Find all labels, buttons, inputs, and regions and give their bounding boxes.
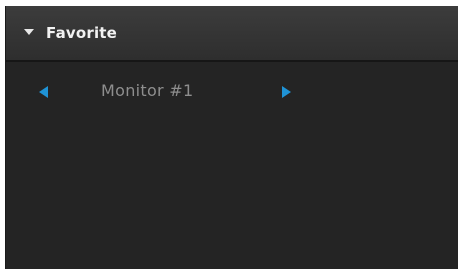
monitor-selector: Monitor #1: [6, 78, 458, 108]
arrow-left-icon[interactable]: [39, 86, 48, 98]
panel-title: Favorite: [46, 24, 118, 42]
monitor-label: Monitor #1: [101, 81, 194, 100]
arrow-right-icon[interactable]: [282, 86, 291, 98]
favorite-panel: Favorite Monitor #1: [5, 6, 458, 269]
panel-header[interactable]: Favorite: [6, 6, 458, 62]
triangle-down-icon[interactable]: [24, 29, 34, 35]
